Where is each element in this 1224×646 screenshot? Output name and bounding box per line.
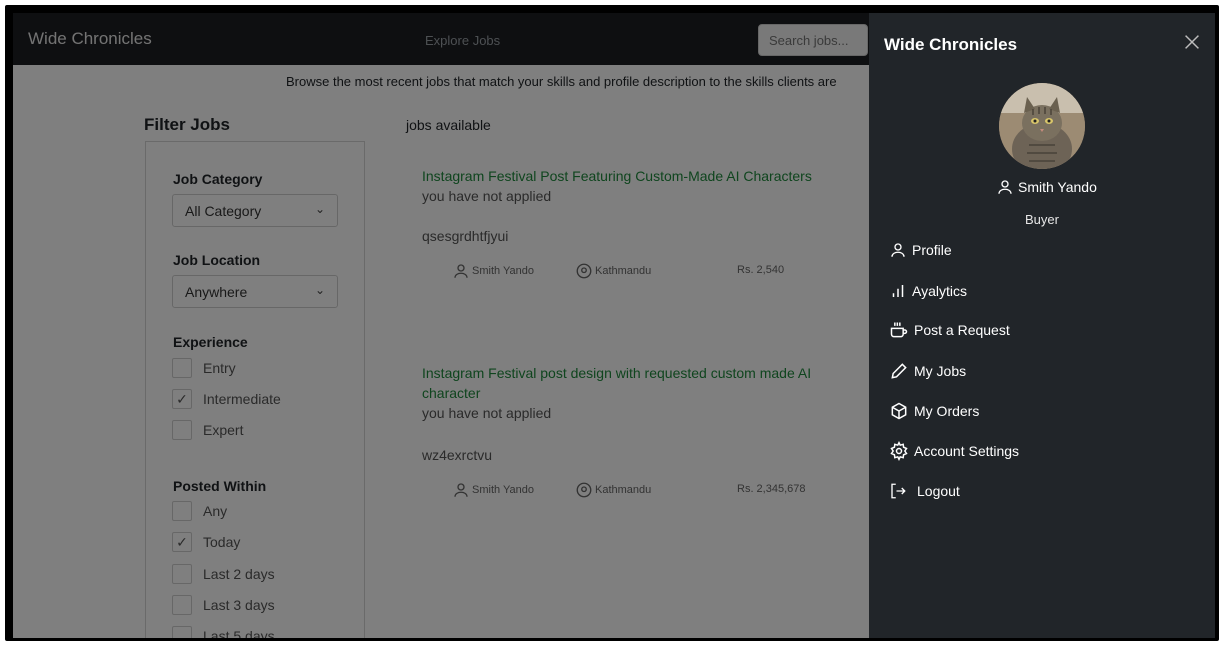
menu-item-label: My Orders: [914, 403, 980, 419]
cup-icon: [890, 322, 908, 338]
logout-icon: [891, 483, 906, 499]
menu-item-analytics[interactable]: Ayalytics: [889, 279, 967, 303]
box-icon: [891, 402, 907, 420]
menu-item-account-settings[interactable]: Account Settings: [889, 439, 1019, 463]
app-screen: Wide Chronicles Explore Jobs Browse the …: [13, 13, 1215, 638]
menu-item-post-request[interactable]: Post a Request: [889, 318, 1010, 342]
user-role: Buyer: [1025, 212, 1059, 227]
menu-item-label: Ayalytics: [912, 283, 967, 299]
pencil-icon: [891, 363, 907, 379]
cat-avatar-image: [999, 83, 1085, 169]
offcanvas-title: Wide Chronicles: [884, 35, 1018, 54]
user-name: Smith Yando: [996, 178, 1097, 196]
menu-item-label: Account Settings: [914, 443, 1020, 459]
menu-item-my-jobs[interactable]: My Jobs: [889, 359, 966, 383]
menu-item-my-orders[interactable]: My Orders: [889, 399, 979, 423]
menu-item-label: My Jobs: [914, 363, 967, 379]
menu-item-profile[interactable]: Profile: [889, 238, 952, 262]
gear-icon: [890, 441, 908, 461]
bar-chart-icon: [892, 285, 904, 297]
user-name-text: Smith Yando: [1018, 179, 1097, 195]
close-icon[interactable]: [1181, 31, 1203, 53]
menu-item-label: Logout: [917, 483, 960, 499]
avatar: [999, 83, 1085, 169]
offcanvas-sidebar: Wide Chronicles Smith Yando Buyer Profil…: [869, 13, 1215, 638]
menu-item-logout[interactable]: Logout: [889, 479, 960, 503]
user-icon: [998, 180, 1012, 194]
menu-item-label: Post a Request: [914, 322, 1010, 338]
user-icon: [891, 243, 905, 257]
menu-item-label: Profile: [912, 242, 952, 258]
